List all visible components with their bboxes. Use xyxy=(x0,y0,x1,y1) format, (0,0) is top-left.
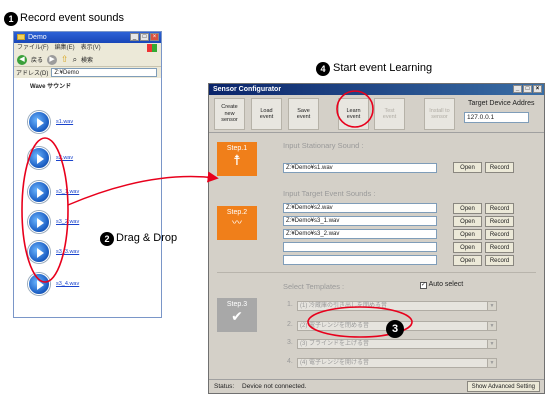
step-2-caption: Drag & Drop xyxy=(116,232,178,244)
step-2-badge: 2 xyxy=(100,232,114,246)
file-selection-highlight xyxy=(21,137,69,283)
learn-event-highlight xyxy=(336,90,374,128)
drag-arrow xyxy=(67,171,219,206)
step-3-badge: 3 xyxy=(386,320,404,338)
annotation-overlay xyxy=(21,90,413,338)
